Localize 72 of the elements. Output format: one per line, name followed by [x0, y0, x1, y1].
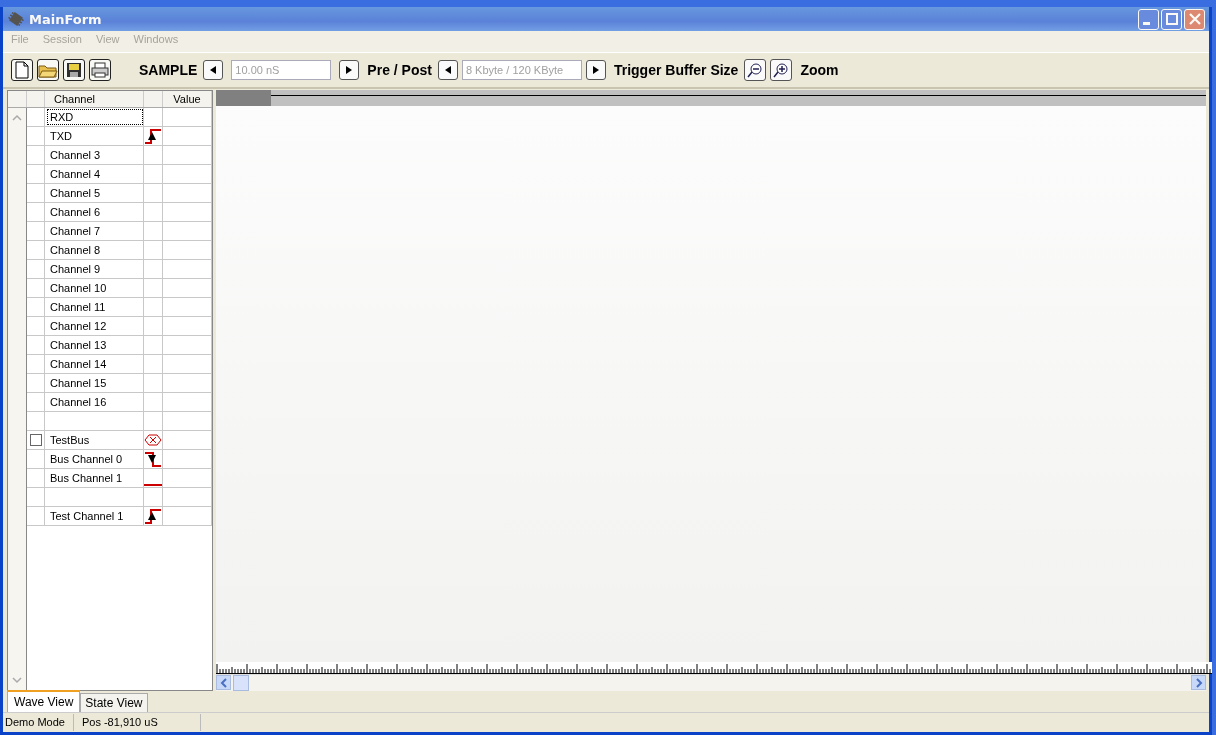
channel-name[interactable]: Channel 16: [47, 394, 110, 410]
zoom-in-icon: [773, 62, 790, 78]
channel-name[interactable]: Channel 4: [47, 166, 104, 182]
tab[interactable]: Wave View: [7, 690, 81, 712]
page-icon: [15, 61, 29, 79]
open-button[interactable]: [37, 59, 59, 81]
floppy-icon: [66, 62, 82, 78]
rising-edge-icon: [144, 507, 162, 525]
channel-name[interactable]: Channel 7: [47, 223, 104, 239]
save-button[interactable]: [63, 59, 85, 81]
sample-label: SAMPLE: [139, 62, 198, 78]
channel-name[interactable]: Channel 5: [47, 185, 104, 201]
new-file-button[interactable]: [11, 59, 33, 81]
channel-name[interactable]: Channel 14: [47, 356, 110, 372]
right-chevron-icon: [1194, 677, 1203, 688]
channel-name[interactable]: Bus Channel 1: [47, 470, 126, 486]
channel-name[interactable]: Channel 10: [47, 280, 110, 296]
channel-name[interactable]: TestBus: [47, 432, 93, 448]
status-text: Demo Mode: [3, 714, 74, 731]
left-triangle-icon: [443, 66, 452, 74]
minimize-icon: [1143, 21, 1150, 25]
zoom-out-button[interactable]: [744, 59, 767, 81]
channel-name[interactable]: Channel 15: [47, 375, 110, 391]
rising-edge-icon: [144, 127, 162, 145]
right-triangle-icon: [591, 66, 600, 74]
chip-icon: [7, 11, 25, 27]
falling-edge-icon: [144, 450, 162, 468]
folder-icon: [38, 62, 58, 78]
maximize-icon: [1165, 13, 1178, 25]
next-button[interactable]: [585, 60, 606, 80]
trigger-buffer-label: Trigger Buffer Size: [613, 62, 739, 78]
bus-icon: [144, 433, 162, 447]
window-title: MainForm: [29, 11, 102, 27]
next-button[interactable]: [339, 60, 360, 80]
low-level-icon: [144, 483, 162, 487]
channel-name[interactable]: Channel 6: [47, 204, 104, 220]
maximize-button[interactable]: [1161, 8, 1182, 30]
zoom-out-icon: [747, 62, 764, 78]
status-text: Pos -81,910 uS: [73, 714, 201, 731]
time-bar-thumb[interactable]: [216, 90, 271, 106]
vertical-scrollbar[interactable]: [8, 108, 27, 690]
close-icon: [1188, 13, 1201, 25]
channel-name[interactable]: Channel 13: [47, 337, 110, 353]
checkbox[interactable]: [30, 434, 42, 446]
column-header[interactable]: Value: [163, 91, 212, 107]
channel-name[interactable]: Channel 9: [47, 261, 104, 277]
channel-name[interactable]: Channel 8: [47, 242, 104, 258]
scroll-left-button[interactable]: [216, 675, 231, 690]
printer-icon: [91, 62, 109, 78]
horizontal-scrollbar[interactable]: [216, 674, 1206, 691]
channel-name[interactable]: Test Channel 1: [47, 508, 127, 524]
right-triangle-icon: [345, 66, 354, 74]
close-button[interactable]: [1184, 8, 1205, 30]
tab[interactable]: State View: [80, 693, 148, 712]
scroll-thumb[interactable]: [233, 675, 249, 691]
zoom-in-button[interactable]: [770, 59, 793, 81]
channel-name[interactable]: TXD: [47, 128, 75, 144]
channel-name[interactable]: RXD: [47, 109, 143, 125]
column-header[interactable]: Channel: [45, 91, 144, 107]
left-chevron-icon: [219, 677, 228, 688]
pre-post-label: Pre / Post: [367, 62, 432, 78]
minimize-button[interactable]: [1138, 8, 1159, 30]
left-triangle-icon: [209, 66, 218, 74]
channel-name[interactable]: Channel 11: [47, 299, 109, 315]
channel-name[interactable]: Bus Channel 0: [47, 451, 126, 467]
zoom-label: Zoom: [800, 62, 839, 78]
scroll-right-button[interactable]: [1191, 675, 1206, 690]
previous-button[interactable]: [437, 60, 458, 80]
channel-name[interactable]: Channel 3: [47, 147, 104, 163]
channel-name[interactable]: Channel 12: [47, 318, 110, 334]
previous-button[interactable]: [203, 60, 224, 80]
print-button[interactable]: [89, 59, 111, 81]
